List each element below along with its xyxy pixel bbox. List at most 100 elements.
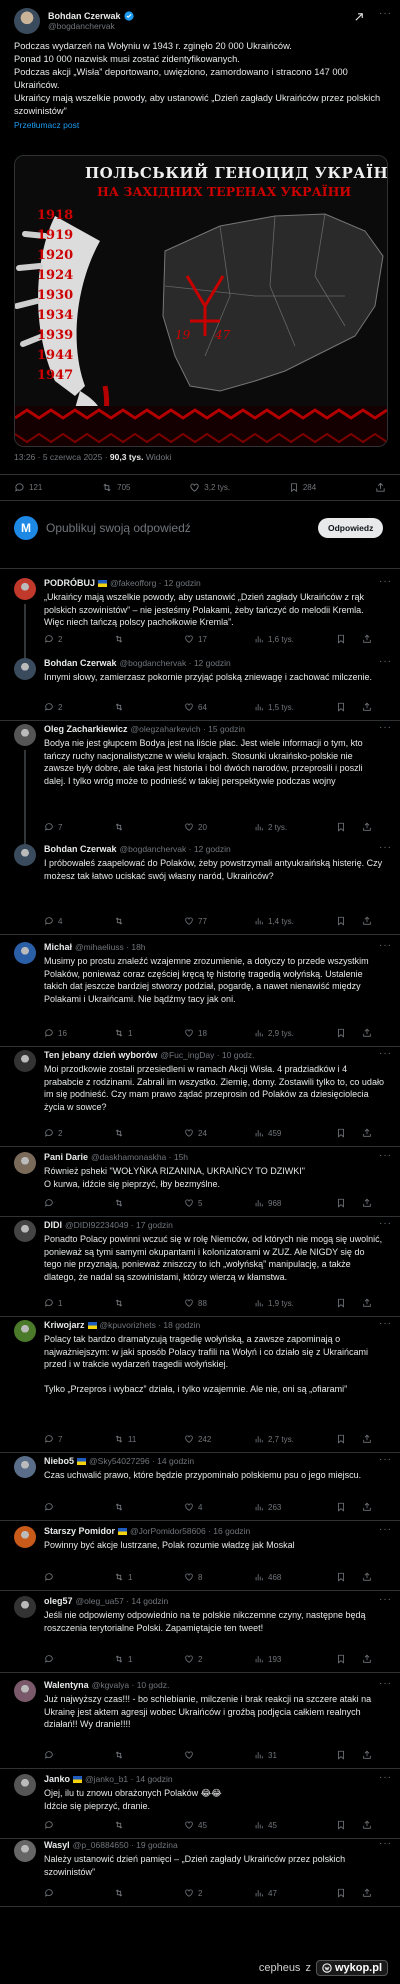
reply-avatar[interactable] <box>14 1680 36 1702</box>
share-button[interactable] <box>362 702 372 712</box>
author-handle[interactable]: @bogdanchervak <box>48 21 134 31</box>
share-button[interactable] <box>362 634 372 644</box>
reply-author-name[interactable]: Bohdan Czerwak <box>44 844 117 854</box>
bookmark-button[interactable] <box>336 916 346 926</box>
reply-author-name[interactable]: PODRÓBUJ <box>44 578 95 588</box>
reply-tweet[interactable]: oleg57 @oleg_ua57 · 14 godzin ··· Jeśli nie… <box>0 1594 400 1666</box>
reply-tweet[interactable]: Niebo5 @Sky54027296 · 14 godzin ··· Czas uc… <box>0 1454 400 1514</box>
like-button[interactable]: 18 <box>184 1028 207 1038</box>
reply-tweet[interactable]: Wasyl @p_06884650 · 19 godzina ··· Należy u… <box>0 1838 400 1900</box>
views-button[interactable]: 1,5 tys. <box>254 702 294 712</box>
reply-button[interactable]: 2 <box>44 634 62 644</box>
more-options-icon[interactable]: ··· <box>379 1454 392 1465</box>
repost-button[interactable] <box>114 1750 128 1760</box>
repost-button[interactable] <box>114 1198 128 1208</box>
like-button[interactable]: 3,2 tys. <box>189 482 230 493</box>
reply-button[interactable]: 16 <box>44 1028 67 1038</box>
bookmark-button[interactable] <box>336 1572 346 1582</box>
share-button[interactable] <box>362 1028 372 1038</box>
more-options-icon[interactable]: ··· <box>379 1318 392 1329</box>
bookmark-button[interactable] <box>336 1888 346 1898</box>
reply-avatar[interactable] <box>14 1840 36 1862</box>
views-button[interactable]: 1,6 tys. <box>254 634 294 644</box>
reply-author-name[interactable]: Michał <box>44 942 72 952</box>
repost-button[interactable] <box>114 634 128 644</box>
like-button[interactable]: 8 <box>184 1572 202 1582</box>
author-avatar[interactable] <box>14 8 40 34</box>
bookmark-button[interactable] <box>336 702 346 712</box>
reply-button[interactable]: 4 <box>44 916 62 926</box>
reply-button[interactable]: 1 <box>44 1298 62 1308</box>
share-button[interactable] <box>362 1654 372 1664</box>
reply-tweet[interactable]: PODRÓBUJ @fakeofforg · 12 godzin ··· „Ukrai… <box>0 576 400 666</box>
reply-avatar[interactable] <box>14 724 36 746</box>
repost-button[interactable] <box>114 1128 128 1138</box>
views-button[interactable]: 1,4 tys. <box>254 916 294 926</box>
like-button[interactable]: 242 <box>184 1434 211 1444</box>
share-button[interactable] <box>362 1298 372 1308</box>
reply-tweet[interactable]: Walentyna @kgvalya · 10 godz. ··· Już najwy… <box>0 1678 400 1762</box>
reply-button[interactable]: 7 <box>44 822 62 832</box>
reply-button[interactable] <box>44 1820 58 1830</box>
reply-submit-button[interactable]: Odpowiedz <box>318 518 384 538</box>
share-button[interactable] <box>375 482 386 493</box>
bookmark-button[interactable] <box>336 1198 346 1208</box>
repost-button[interactable]: 1 <box>114 1028 132 1038</box>
reply-button[interactable] <box>44 1888 58 1898</box>
reply-tweet[interactable]: Kriwojarz @kpuvorizhets · 18 godzin ··· Pol… <box>0 1318 400 1446</box>
repost-button[interactable] <box>114 1298 128 1308</box>
reply-tweet[interactable]: Pani Darie @daskhamonaskha · 15h ··· Równie… <box>0 1150 400 1210</box>
views-button[interactable]: 47 <box>254 1888 277 1898</box>
reply-avatar[interactable] <box>14 942 36 964</box>
reply-button[interactable]: 2 <box>44 702 62 712</box>
bookmark-button[interactable] <box>336 1654 346 1664</box>
more-options-icon[interactable]: ··· <box>379 1524 392 1535</box>
reply-button[interactable] <box>44 1572 58 1582</box>
like-button[interactable]: 2 <box>184 1654 202 1664</box>
like-button[interactable]: 64 <box>184 702 207 712</box>
reply-button[interactable]: 121 <box>14 482 42 493</box>
reply-author-name[interactable]: Bohdan Czerwak <box>44 658 117 668</box>
repost-button[interactable]: 11 <box>114 1434 136 1444</box>
reply-button[interactable]: 7 <box>44 1434 62 1444</box>
views-button[interactable]: 45 <box>254 1820 277 1830</box>
reply-author-name[interactable]: Janko <box>44 1774 70 1784</box>
views-button[interactable]: 468 <box>254 1572 281 1582</box>
repost-button[interactable]: 1 <box>114 1654 132 1664</box>
bookmark-button[interactable] <box>336 1502 346 1512</box>
share-button[interactable] <box>362 1820 372 1830</box>
bookmark-button[interactable] <box>336 1434 346 1444</box>
views-button[interactable]: 2 tys. <box>254 822 287 832</box>
reply-button[interactable] <box>44 1198 58 1208</box>
bookmark-button[interactable] <box>336 1820 346 1830</box>
reply-tweet[interactable]: Oleg Zacharkiewicz @olegzaharkevich · 15 … <box>0 722 400 854</box>
grok-icon[interactable] <box>354 12 365 23</box>
bookmark-button[interactable] <box>336 1298 346 1308</box>
reply-author-name[interactable]: Kriwojarz <box>44 1320 85 1330</box>
reply-button[interactable] <box>44 1502 58 1512</box>
views-button[interactable]: 2,7 tys. <box>254 1434 294 1444</box>
more-options-icon[interactable]: ··· <box>379 656 392 667</box>
more-options-icon[interactable]: ··· <box>379 1048 392 1059</box>
like-button[interactable]: 45 <box>184 1820 207 1830</box>
share-button[interactable] <box>362 1572 372 1582</box>
share-button[interactable] <box>362 1502 372 1512</box>
reply-tweet[interactable]: Starszy Pomidor @JorPomidor58606 · 16 god… <box>0 1524 400 1584</box>
more-options-icon[interactable]: ··· <box>379 722 392 733</box>
bookmark-button[interactable] <box>336 1028 346 1038</box>
like-button[interactable]: 88 <box>184 1298 207 1308</box>
views-button[interactable]: 1,9 tys. <box>254 1298 294 1308</box>
reply-author-name[interactable]: oleg57 <box>44 1596 73 1606</box>
reply-author-name[interactable]: Wasyl <box>44 1840 70 1850</box>
share-button[interactable] <box>362 1198 372 1208</box>
views-button[interactable]: 2,9 tys. <box>254 1028 294 1038</box>
reply-button[interactable] <box>44 1750 58 1760</box>
reply-tweet[interactable]: Janko @janko_b1 · 14 godzin ··· Ojej, ilu t… <box>0 1772 400 1832</box>
more-options-icon[interactable]: ··· <box>379 1838 392 1849</box>
bookmark-button[interactable] <box>336 634 346 644</box>
reply-button[interactable]: 2 <box>44 1128 62 1138</box>
repost-button[interactable] <box>114 916 128 926</box>
views-button[interactable]: 968 <box>254 1198 281 1208</box>
more-options-icon[interactable]: ··· <box>379 1678 392 1689</box>
reply-avatar[interactable] <box>14 1774 36 1796</box>
